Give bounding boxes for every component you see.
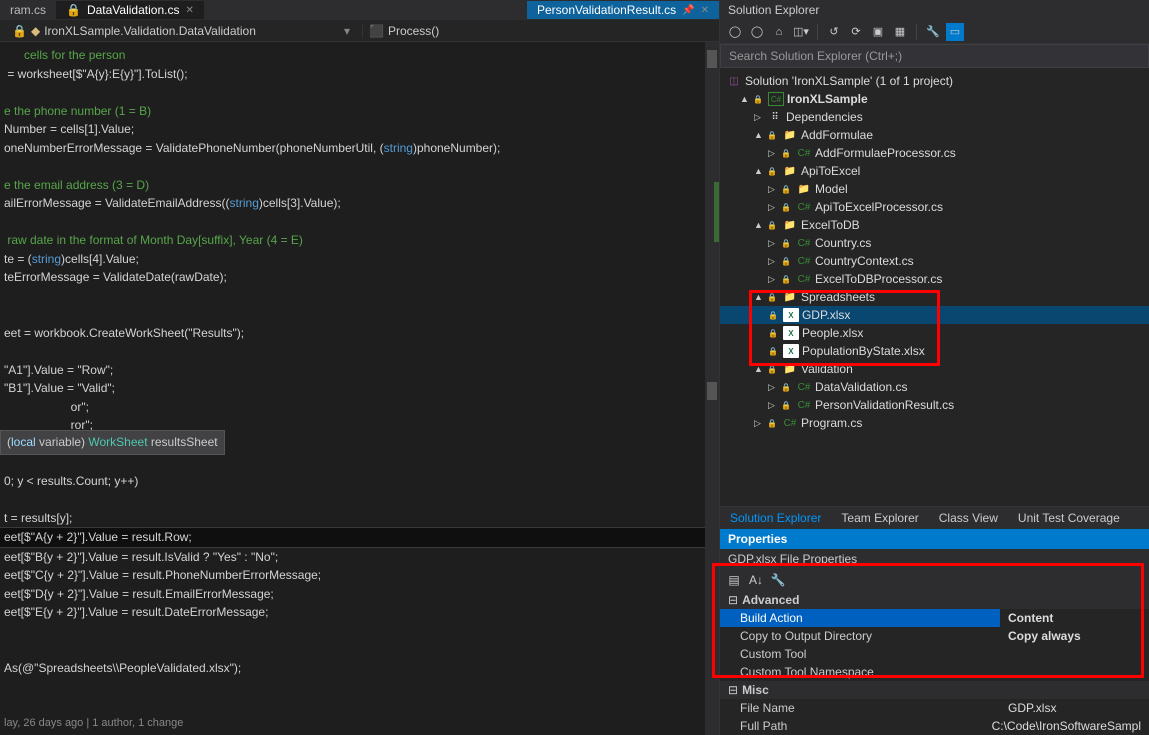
categorized-icon[interactable]: ▤ — [726, 572, 742, 588]
file-addformulaeprocessor[interactable]: ▷🔒C#AddFormulaeProcessor.cs — [720, 144, 1149, 162]
tab-program-cs[interactable]: ram.cs — [0, 1, 56, 19]
folder-icon: 📁 — [782, 164, 798, 178]
sync-icon[interactable]: ↺ — [825, 23, 843, 41]
solution-icon: ◫ — [726, 74, 742, 88]
close-icon[interactable]: ✕ — [701, 5, 709, 16]
properties-icon[interactable]: 🔧 — [924, 23, 942, 41]
showall-icon[interactable]: ▦ — [891, 23, 909, 41]
tab-personvalidationresult-cs[interactable]: PersonValidationResult.cs 📌 ✕ — [527, 1, 719, 19]
lock-icon: 🔒 — [12, 24, 27, 38]
file-people-xlsx[interactable]: 🔒XPeople.xlsx — [720, 324, 1149, 342]
tab-datavalidation-cs[interactable]: 🔒 DataValidation.cs ✕ — [56, 1, 204, 19]
properties-subject: GDP.xlsx File Properties — [720, 549, 1149, 569]
preview-icon[interactable]: ▭ — [946, 23, 964, 41]
alpha-icon[interactable]: A↓ — [748, 572, 764, 588]
cs-icon: C# — [796, 200, 812, 214]
panel-tabs: Solution Explorer Team Explorer Class Vi… — [720, 506, 1149, 529]
folder-icon: 📁 — [796, 182, 812, 196]
switch-view-icon[interactable]: ◫▾ — [792, 23, 810, 41]
prop-custom-tool-ns[interactable]: Custom Tool Namespace — [720, 663, 1149, 681]
cs-icon: C# — [796, 398, 812, 412]
prop-custom-tool[interactable]: Custom Tool — [720, 645, 1149, 663]
cs-icon: C# — [796, 236, 812, 250]
prop-category-misc[interactable]: ⊟Misc — [720, 681, 1149, 699]
file-population-xlsx[interactable]: 🔒XPopulationByState.xlsx — [720, 342, 1149, 360]
file-exceltodbprocessor[interactable]: ▷🔒C#ExcelToDBProcessor.cs — [720, 270, 1149, 288]
cs-icon: C# — [782, 416, 798, 430]
folder-spreadsheets[interactable]: ▲🔒📁Spreadsheets — [720, 288, 1149, 306]
home-icon[interactable]: ⌂ — [770, 23, 788, 41]
intellisense-tooltip: (local variable) WorkSheet resultsSheet — [0, 430, 225, 455]
folder-validation[interactable]: ▲🔒📁Validation — [720, 360, 1149, 378]
file-countrycontext[interactable]: ▷🔒C#CountryContext.cs — [720, 252, 1149, 270]
close-icon[interactable]: ✕ — [185, 5, 193, 16]
breadcrumb-namespace[interactable]: 🔒 ◆ IronXLSample.Validation.DataValidati… — [6, 24, 356, 38]
folder-icon: 📁 — [782, 218, 798, 232]
solution-tree[interactable]: ◫Solution 'IronXLSample' (1 of 1 project… — [720, 68, 1149, 506]
editor-tabs: ram.cs 🔒 DataValidation.cs ✕ PersonValid… — [0, 0, 719, 20]
prop-build-action[interactable]: Build ActionContent — [720, 609, 1149, 627]
folder-addformulae[interactable]: ▲🔒📁AddFormulae — [720, 126, 1149, 144]
forward-icon[interactable]: ◯ — [748, 23, 766, 41]
cs-icon: C# — [796, 254, 812, 268]
cs-icon: C# — [796, 272, 812, 286]
back-icon[interactable]: ◯ — [726, 23, 744, 41]
search-input[interactable]: Search Solution Explorer (Ctrl+;) — [720, 44, 1149, 68]
file-program[interactable]: ▷🔒C#Program.cs — [720, 414, 1149, 432]
project-icon: C# — [768, 92, 784, 106]
dependencies-node[interactable]: ▷⠿Dependencies — [720, 108, 1149, 126]
folder-exceltodb[interactable]: ▲🔒📁ExcelToDB — [720, 216, 1149, 234]
file-country[interactable]: ▷🔒C#Country.cs — [720, 234, 1149, 252]
tab-team-explorer[interactable]: Team Explorer — [831, 507, 928, 529]
method-icon: ⬛ — [369, 24, 384, 38]
prop-category-advanced[interactable]: ⊟Advanced — [720, 591, 1149, 609]
scrollbar[interactable] — [705, 42, 719, 735]
excel-icon: X — [783, 344, 799, 358]
properties-title: Properties — [720, 529, 1149, 549]
properties-panel: Properties GDP.xlsx File Properties ▤ A↓… — [720, 529, 1149, 735]
deps-icon: ⠿ — [767, 110, 783, 124]
prop-full-path[interactable]: Full PathC:\Code\IronSoftwareSampl — [720, 717, 1149, 735]
cs-icon: C# — [796, 380, 812, 394]
solution-node[interactable]: ◫Solution 'IronXLSample' (1 of 1 project… — [720, 72, 1149, 90]
solution-explorer-title: Solution Explorer — [720, 0, 1149, 20]
file-personvalidation[interactable]: ▷🔒C#PersonValidationResult.cs — [720, 396, 1149, 414]
file-gdp-xlsx[interactable]: 🔒XGDP.xlsx — [720, 306, 1149, 324]
project-node[interactable]: ▲🔒C#IronXLSample — [720, 90, 1149, 108]
code-editor[interactable]: cells for the person = worksheet[$"A{y}:… — [0, 42, 719, 735]
breadcrumb: 🔒 ◆ IronXLSample.Validation.DataValidati… — [0, 20, 719, 42]
excel-icon: X — [783, 326, 799, 340]
cs-icon: C# — [796, 146, 812, 160]
breadcrumb-method[interactable]: ⬛ Process() — [362, 24, 713, 38]
lock-icon: 🔒 — [66, 3, 81, 17]
file-datavalidation[interactable]: ▷🔒C#DataValidation.cs — [720, 378, 1149, 396]
tab-class-view[interactable]: Class View — [929, 507, 1008, 529]
tab-solution-explorer[interactable]: Solution Explorer — [720, 507, 831, 529]
pin-icon[interactable]: 📌 — [682, 5, 694, 16]
codelens[interactable]: lay, 26 days ago | 1 author, 1 change — [0, 714, 719, 733]
folder-model[interactable]: ▷🔒📁Model — [720, 180, 1149, 198]
prop-file-name[interactable]: File NameGDP.xlsx — [720, 699, 1149, 717]
wrench-icon[interactable]: 🔧 — [770, 572, 786, 588]
explorer-toolbar: ◯ ◯ ⌂ ◫▾ ↺ ⟳ ▣ ▦ 🔧 ▭ — [720, 20, 1149, 44]
folder-icon: 📁 — [782, 290, 798, 304]
folder-icon: 📁 — [782, 128, 798, 142]
folder-apitoexcel[interactable]: ▲🔒📁ApiToExcel — [720, 162, 1149, 180]
excel-icon: X — [783, 308, 799, 322]
file-apitoexcelprocessor[interactable]: ▷🔒C#ApiToExcelProcessor.cs — [720, 198, 1149, 216]
tab-unit-test[interactable]: Unit Test Coverage — [1008, 507, 1130, 529]
collapse-icon[interactable]: ▣ — [869, 23, 887, 41]
folder-icon: 📁 — [782, 362, 798, 376]
refresh-icon[interactable]: ⟳ — [847, 23, 865, 41]
prop-copy-output[interactable]: Copy to Output DirectoryCopy always — [720, 627, 1149, 645]
